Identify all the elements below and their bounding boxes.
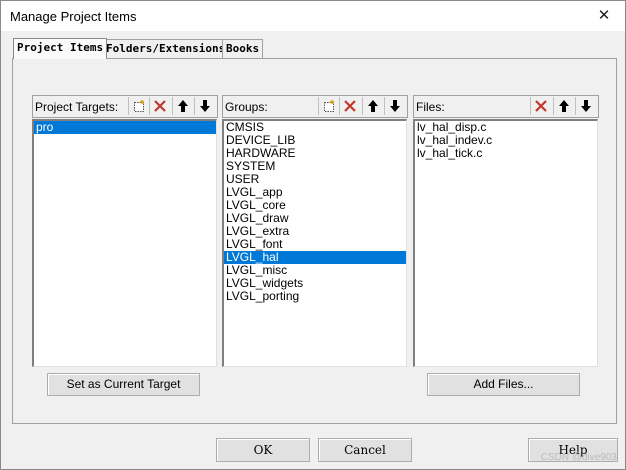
targets-listbox[interactable]: pro (32, 119, 217, 367)
tab-books[interactable]: Books (222, 39, 264, 58)
delete-file-button[interactable] (530, 97, 550, 115)
delete-group-button[interactable] (339, 97, 359, 115)
new-item-icon (322, 99, 336, 113)
new-group-button[interactable] (318, 97, 338, 115)
files-listbox[interactable]: lv_hal_disp.c lv_hal_indev.c lv_hal_tick… (413, 119, 598, 367)
groups-header: Groups: (222, 95, 408, 118)
move-group-up-button[interactable] (362, 97, 382, 115)
targets-header-label: Project Targets: (35, 100, 119, 114)
move-down-icon (388, 99, 402, 113)
new-item-icon (132, 99, 146, 113)
groups-listbox[interactable]: CMSIS DEVICE_LIB HARDWARE SYSTEM USER LV… (222, 119, 407, 367)
move-down-icon (579, 99, 593, 113)
delete-icon (153, 99, 167, 113)
target-item-pro[interactable]: pro (34, 121, 216, 134)
manage-project-items-dialog: Manage Project Items ✕ Project Items Fol… (0, 0, 626, 470)
group-item[interactable]: LVGL_porting (224, 290, 406, 303)
move-down-icon (198, 99, 212, 113)
move-target-up-button[interactable] (172, 97, 192, 115)
project-items-panel: Project Targets: pro Set as Current Targ… (12, 58, 617, 424)
delete-icon (343, 99, 357, 113)
dialog-title: Manage Project Items (10, 9, 137, 24)
close-icon[interactable]: ✕ (591, 3, 617, 29)
add-files-button[interactable]: Add Files... (427, 373, 580, 396)
ok-button[interactable]: OK (216, 438, 310, 462)
files-header-label: Files: (416, 100, 445, 114)
move-group-down-button[interactable] (384, 97, 404, 115)
move-file-down-button[interactable] (575, 97, 595, 115)
tab-project-items[interactable]: Project Items (13, 38, 108, 59)
delete-target-button[interactable] (149, 97, 169, 115)
groups-header-label: Groups: (225, 100, 268, 114)
targets-header: Project Targets: (32, 95, 218, 118)
title-bar: Manage Project Items ✕ (1, 1, 625, 31)
watermark: CSDN @dive903 (540, 452, 617, 463)
move-file-up-button[interactable] (553, 97, 573, 115)
move-up-icon (366, 99, 380, 113)
file-item[interactable]: lv_hal_tick.c (415, 147, 597, 160)
files-header: Files: (413, 95, 599, 118)
move-up-icon (176, 99, 190, 113)
move-up-icon (557, 99, 571, 113)
cancel-button[interactable]: Cancel (318, 438, 412, 462)
new-target-button[interactable] (128, 97, 148, 115)
tab-folders-extensions[interactable]: Folders/Extensions (102, 39, 230, 58)
delete-icon (534, 99, 548, 113)
set-current-target-button[interactable]: Set as Current Target (47, 373, 200, 396)
move-target-down-button[interactable] (194, 97, 214, 115)
